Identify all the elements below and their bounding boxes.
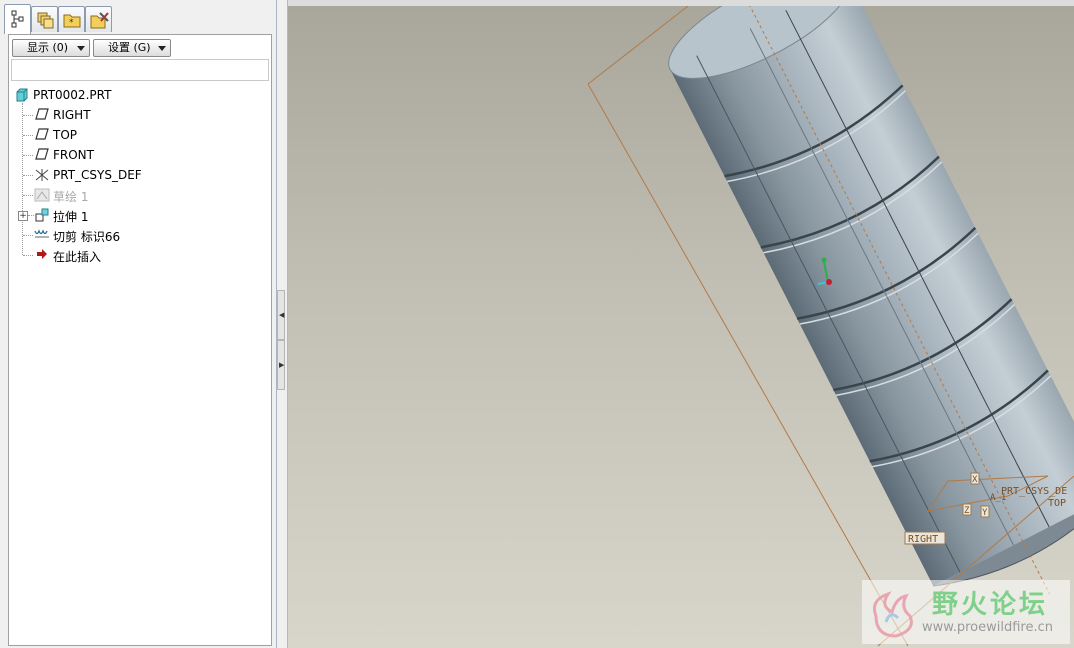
settings-button-label: 设置 (G) (108, 41, 151, 54)
tree-connector (23, 195, 33, 196)
chevron-down-icon (158, 46, 166, 51)
layers-icon (37, 12, 54, 29)
watermark-url: www.proewildfire.cn (922, 620, 1053, 635)
tree-connector (23, 155, 33, 156)
tree-root-label: PRT0002.PRT (33, 88, 112, 102)
tree-item-cut[interactable]: 切剪 标识66 (9, 225, 271, 245)
tab-favorites[interactable] (85, 6, 112, 32)
tree-item-label: PRT_CSYS_DEF (53, 168, 142, 182)
show-dropdown-button[interactable]: 显示 (0) (12, 39, 90, 57)
tree-item-label: FRONT (53, 148, 94, 162)
tree-item-label: 在此插入 (53, 250, 102, 264)
tree-item-label: 拉伸 1 (53, 210, 89, 224)
right-datum-label: RIGHT (908, 534, 938, 545)
flame-logo-icon (873, 591, 913, 638)
tree-item-label: 切剪 标识66 (53, 230, 121, 244)
tree-root[interactable]: PRT0002.PRT (9, 85, 271, 105)
y-axis-label: Y (982, 508, 988, 518)
datum-plane-icon (35, 148, 49, 160)
top-datum-label: TOP (1048, 498, 1066, 509)
model-tree-icon (11, 10, 24, 28)
model-tree-pane: 显示 (0) 设置 (G) PRT0002.PRT RIGHT TOP FRON… (8, 34, 272, 646)
navigator-panel: * 显示 (0) 设置 (G) PRT0002.PRT RIGHT TOP FR… (0, 0, 277, 648)
tree-connector (23, 175, 33, 176)
tree-item-csys[interactable]: PRT_CSYS_DEF (9, 165, 271, 185)
tree-connector (23, 255, 33, 256)
expand-panel-handle[interactable]: ▶ (277, 340, 285, 390)
favorites-tools-icon (90, 12, 109, 29)
sketch-icon (34, 188, 50, 202)
graphics-viewport[interactable]: RIGHT PRT_CSYS_DE TOP A_1 X Y Z (288, 6, 1074, 648)
tree-item-label: 草绘 1 (53, 190, 89, 204)
cut-icon (34, 229, 49, 238)
axis-datum-label: A_1 (990, 493, 1006, 503)
watermark-title: 野火论坛 (932, 590, 1049, 620)
folder-browser-icon: * (63, 14, 81, 28)
tab-layers[interactable] (31, 6, 58, 32)
tree-item-front[interactable]: FRONT (9, 145, 271, 165)
settings-dropdown-button[interactable]: 设置 (G) (93, 39, 171, 57)
coordinate-system-icon (35, 169, 49, 181)
navigator-tabs: * (4, 4, 272, 34)
collapse-panel-handle[interactable]: ◀ (277, 290, 285, 340)
tree-connector (23, 235, 33, 236)
tree-item-extrude[interactable]: + 拉伸 1 (9, 205, 271, 225)
svg-text:*: * (69, 18, 74, 28)
part-3d-model[interactable]: RIGHT PRT_CSYS_DE TOP A_1 X Y Z (288, 6, 1074, 648)
tree-item-top[interactable]: TOP (9, 125, 271, 145)
csys-datum-label: PRT_CSYS_DE (1001, 486, 1067, 497)
z-axis-label: Z (964, 506, 970, 516)
tab-folder-browser[interactable]: * (58, 6, 85, 32)
x-axis-label: X (972, 475, 978, 485)
forum-watermark: 野火论坛 www.proewildfire.cn (862, 580, 1070, 644)
datum-plane-icon (35, 108, 49, 120)
panel-splitter[interactable]: ◀ ▶ (277, 0, 288, 648)
tree-item-right[interactable]: RIGHT (9, 105, 271, 125)
datum-plane-icon (35, 128, 49, 140)
expand-plus-icon[interactable]: + (18, 211, 28, 221)
insert-here-arrow-icon (37, 249, 47, 259)
tree-item-insert-here[interactable]: 在此插入 (9, 245, 271, 265)
chevron-down-icon (77, 46, 85, 51)
tree-filter-bar[interactable] (11, 59, 269, 81)
tree-connector (23, 135, 33, 136)
tree-item-sketch[interactable]: 草绘 1 (9, 185, 271, 205)
tree-connector (23, 115, 33, 116)
show-button-label: 显示 (0) (27, 41, 69, 54)
chevron-right-icon: ▶ (279, 361, 285, 369)
part-icon (16, 88, 28, 102)
cylinder-body (668, 6, 1074, 595)
chevron-left-icon: ◀ (279, 311, 285, 319)
tree-item-label: TOP (53, 128, 78, 142)
tree-item-label: RIGHT (53, 108, 91, 122)
tree-connector (28, 215, 34, 216)
tab-model-tree[interactable] (4, 4, 31, 34)
extrude-icon (35, 208, 49, 222)
